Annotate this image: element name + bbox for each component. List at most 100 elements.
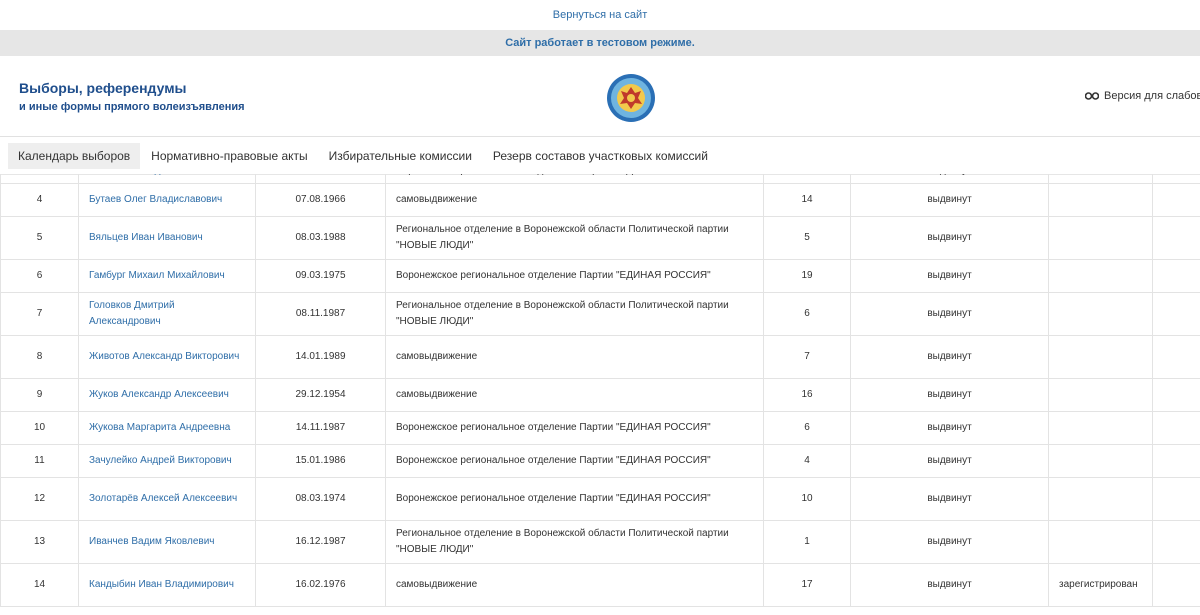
nominating-party-cell: Региональное отделение в Воронежской обл… — [385, 292, 764, 336]
candidate-name-link[interactable]: Жуков Александр Алексеевич — [78, 378, 256, 412]
nomination-status-cell: выдвинут — [850, 174, 1049, 184]
birth-date-cell: 15.01.1986 — [255, 444, 386, 478]
district-number-cell: 7 — [763, 335, 851, 379]
site-title[interactable]: Выборы, референдумы и иные формы прямого… — [19, 79, 245, 115]
candidate-name-link[interactable]: Иванчев Вадим Яковлевич — [78, 520, 256, 564]
candidate-name-link[interactable]: Животов Александр Викторович — [78, 335, 256, 379]
nomination-status-cell: выдвинут — [850, 477, 1049, 521]
table-row: 4 Бутаев Олег Владиславович 07.08.1966 само… — [0, 183, 1200, 217]
extra-cell — [1152, 520, 1200, 564]
nomination-status-cell: выдвинут — [850, 335, 1049, 379]
candidate-name-link[interactable]: Бутаев Олег Владиславович — [78, 183, 256, 217]
candidate-name-link[interactable]: Вяльцев Иван Иванович — [78, 216, 256, 260]
candidate-name-link[interactable]: Белеев Леонид Иванович — [78, 174, 256, 184]
birth-date-cell: 14.01.1989 — [255, 335, 386, 379]
birth-date-cell: 16.02.1976 — [255, 563, 386, 607]
registration-status-cell — [1048, 216, 1153, 260]
registration-status-cell — [1048, 444, 1153, 478]
table-row: 5 Вяльцев Иван Иванович 08.03.1988 Регионал… — [0, 216, 1200, 260]
row-number-cell: 3 — [0, 174, 79, 184]
birth-date-cell: 09.03.1975 — [255, 259, 386, 293]
nominating-party-cell: Региональное отделение в Воронежской обл… — [385, 520, 764, 564]
table-row: 11 Зачулейко Андрей Викторович 15.01.1986 В… — [0, 444, 1200, 478]
nomination-status-cell: выдвинут — [850, 378, 1049, 412]
candidate-name-link[interactable]: Головков Дмитрий Александрович — [78, 292, 256, 336]
district-number-cell: 4 — [763, 444, 851, 478]
candidates-table-viewport[interactable]: 3Белеев Леонид Иванович22.05.1962Воронеж… — [0, 174, 1200, 615]
birth-date-cell: 08.03.1974 — [255, 477, 386, 521]
row-number-cell: 7 — [0, 292, 79, 336]
birth-date-cell: 16.12.1987 — [255, 520, 386, 564]
extra-cell — [1152, 216, 1200, 260]
candidate-name-link[interactable]: Золотарёв Алексей Алексеевич — [78, 477, 256, 521]
birth-date-cell: 08.11.1987 — [255, 292, 386, 336]
test-mode-text: Сайт работает в тестовом режиме. — [505, 37, 695, 49]
registration-status-cell — [1048, 378, 1153, 412]
row-number-cell: 6 — [0, 259, 79, 293]
table-row: 13 Иванчев Вадим Яковлевич 16.12.1987 Регио… — [0, 520, 1200, 564]
glasses-icon — [1085, 92, 1099, 100]
row-number-cell: 14 — [0, 563, 79, 607]
registration-status-cell — [1048, 520, 1153, 564]
district-number-cell: 16 — [763, 378, 851, 412]
candidate-name-link[interactable]: Зачулейко Андрей Викторович — [78, 444, 256, 478]
nominating-party-cell: Воронежское региональное отделение Парти… — [385, 174, 764, 184]
extra-cell — [1152, 444, 1200, 478]
table-row: 14 Кандыбин Иван Владимирович 16.02.1976 са… — [0, 563, 1200, 607]
row-number-cell: 9 — [0, 378, 79, 412]
extra-cell — [1152, 183, 1200, 217]
nomination-status-cell: выдвинут — [850, 444, 1049, 478]
row-number-cell: 11 — [0, 444, 79, 478]
table-row: 7 Головков Дмитрий Александрович 08.11.198… — [0, 292, 1200, 336]
row-number-cell: 5 — [0, 216, 79, 260]
table-row: 6 Гамбург Михаил Михайлович 09.03.1975 Воро… — [0, 259, 1200, 293]
nominating-party-cell: Региональное отделение в Воронежской обл… — [385, 216, 764, 260]
nominating-party-cell: самовыдвижение — [385, 563, 764, 607]
candidate-name-link[interactable]: Жукова Маргарита Андреевна — [78, 411, 256, 445]
candidates-table: 3Белеев Леонид Иванович22.05.1962Воронеж… — [0, 174, 1200, 607]
back-to-site-link[interactable]: Вернуться на сайт — [553, 9, 647, 21]
nav-item-election-calendar[interactable]: Календарь выборов — [8, 142, 141, 169]
registration-status-cell — [1048, 292, 1153, 336]
nav-item-commission-reserve[interactable]: Резерв составов участковых комиссий — [483, 143, 718, 169]
table-row: 8 Животов Александр Викторович 14.01.1989 с… — [0, 335, 1200, 379]
candidate-name-link[interactable]: Кандыбин Иван Владимирович — [78, 563, 256, 607]
table-row: 3Белеев Леонид Иванович22.05.1962Воронеж… — [0, 174, 1200, 184]
site-title-line2: и иные формы прямого волеизъявления — [19, 101, 245, 113]
extra-cell — [1152, 563, 1200, 607]
extra-cell — [1152, 174, 1200, 184]
row-number-cell: 10 — [0, 411, 79, 445]
extra-cell — [1152, 378, 1200, 412]
birth-date-cell: 14.11.1987 — [255, 411, 386, 445]
table-row: 9 Жуков Александр Алексеевич 29.12.1954 сам… — [0, 378, 1200, 412]
row-number-cell: 8 — [0, 335, 79, 379]
district-number-cell: 1 — [763, 520, 851, 564]
extra-cell — [1152, 477, 1200, 521]
nav-item-election-commissions[interactable]: Избирательные комиссии — [319, 143, 482, 169]
extra-cell — [1152, 292, 1200, 336]
extra-cell — [1152, 335, 1200, 379]
candidate-name-link[interactable]: Гамбург Михаил Михайлович — [78, 259, 256, 293]
nominating-party-cell: самовыдвижение — [385, 335, 764, 379]
cec-emblem-logo[interactable] — [606, 73, 656, 123]
district-number-cell: 6 — [763, 292, 851, 336]
extra-cell — [1152, 411, 1200, 445]
table-row: 10 Жукова Маргарита Андреевна 14.11.1987 Во… — [0, 411, 1200, 445]
registration-status-cell — [1048, 335, 1153, 379]
site-title-line1: Выборы, референдумы — [19, 80, 187, 96]
birth-date-cell: 07.08.1966 — [255, 183, 386, 217]
district-number-cell: 10 — [763, 477, 851, 521]
district-number-cell: 6 — [763, 411, 851, 445]
nominating-party-cell: Воронежское региональное отделение Парти… — [385, 411, 764, 445]
nominating-party-cell: Воронежское региональное отделение Парти… — [385, 444, 764, 478]
registration-status-cell — [1048, 174, 1153, 184]
accessibility-version-link[interactable]: Версия для слабовид — [1085, 90, 1200, 102]
nav-item-legal-acts[interactable]: Нормативно-правовые акты — [141, 143, 318, 169]
registration-status-cell: зарегистрирован — [1048, 563, 1153, 607]
accessibility-label: Версия для слабовид — [1104, 90, 1200, 102]
nomination-status-cell: выдвинут — [850, 563, 1049, 607]
registration-status-cell — [1048, 183, 1153, 217]
nominating-party-cell: самовыдвижение — [385, 183, 764, 217]
birth-date-cell: 08.03.1988 — [255, 216, 386, 260]
test-mode-banner: Сайт работает в тестовом режиме. — [0, 30, 1200, 56]
